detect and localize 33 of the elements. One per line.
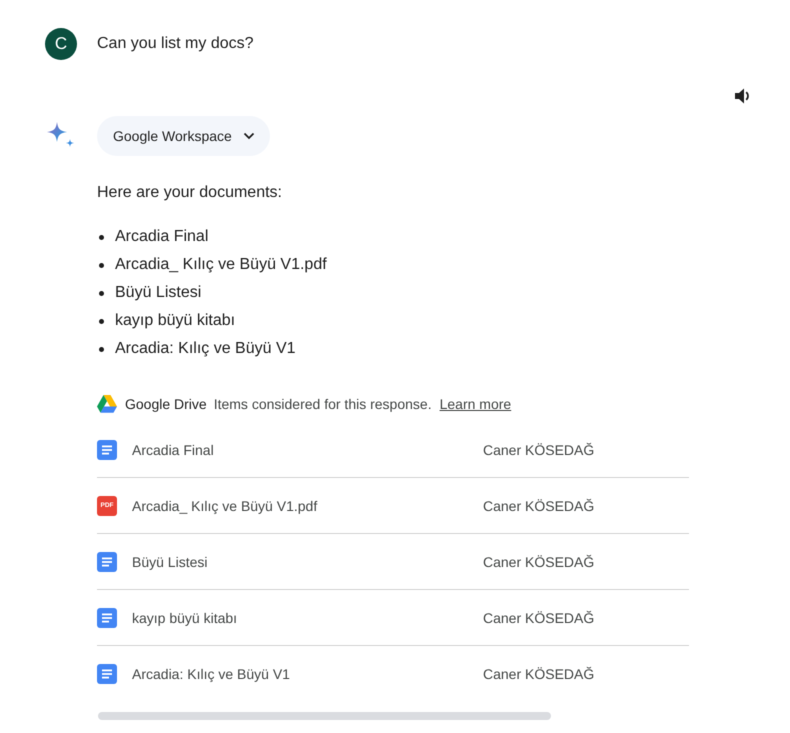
bullet-icon xyxy=(99,346,104,352)
user-avatar: C xyxy=(45,28,77,60)
document-icon xyxy=(97,664,117,684)
document-icon xyxy=(97,440,117,460)
list-item-text: Arcadia: Kılıç ve Büyü V1 xyxy=(115,339,296,359)
file-owner: Caner KÖSEDAĞ xyxy=(483,442,594,458)
file-owner: Caner KÖSEDAĞ xyxy=(483,666,594,682)
source-chip[interactable]: Google Workspace xyxy=(97,116,270,156)
list-item-text: Büyü Listesi xyxy=(115,283,202,303)
document-icon xyxy=(97,608,117,628)
service-name: Google Drive xyxy=(125,396,207,412)
response-intro: Here are your documents: xyxy=(97,183,283,203)
user-message: Can you list my docs? xyxy=(97,34,254,54)
file-owner: Caner KÖSEDAĞ xyxy=(483,498,594,514)
scrollbar-thumb[interactable] xyxy=(98,712,551,720)
file-name-link[interactable]: Büyü Listesi xyxy=(132,554,208,570)
sources-note: Items considered for this response. xyxy=(214,396,432,412)
list-item-text: Arcadia Final xyxy=(115,227,208,247)
file-name-link[interactable]: Arcadia_ Kılıç ve Büyü V1.pdf xyxy=(132,498,318,514)
triangle-logo-icon xyxy=(97,395,117,413)
file-name-link[interactable]: Arcadia: Kılıç ve Büyü V1 xyxy=(132,666,290,682)
document-icon xyxy=(97,552,117,572)
file-name-link[interactable]: kayıp büyü kitabı xyxy=(132,610,238,626)
list-item-text: kayıp büyü kitabı xyxy=(115,311,236,331)
file-owner: Caner KÖSEDAĞ xyxy=(483,610,594,626)
file-owner: Caner KÖSEDAĞ xyxy=(483,554,594,570)
learn-more-link[interactable]: Learn more xyxy=(440,396,512,412)
bullet-icon xyxy=(99,262,104,268)
bullet-icon xyxy=(99,290,104,296)
file-name-link[interactable]: Arcadia Final xyxy=(132,442,214,458)
bullet-icon xyxy=(99,318,104,324)
bullet-icon xyxy=(99,234,104,240)
list-item-text: Arcadia_ Kılıç ve Büyü V1.pdf xyxy=(115,255,327,275)
